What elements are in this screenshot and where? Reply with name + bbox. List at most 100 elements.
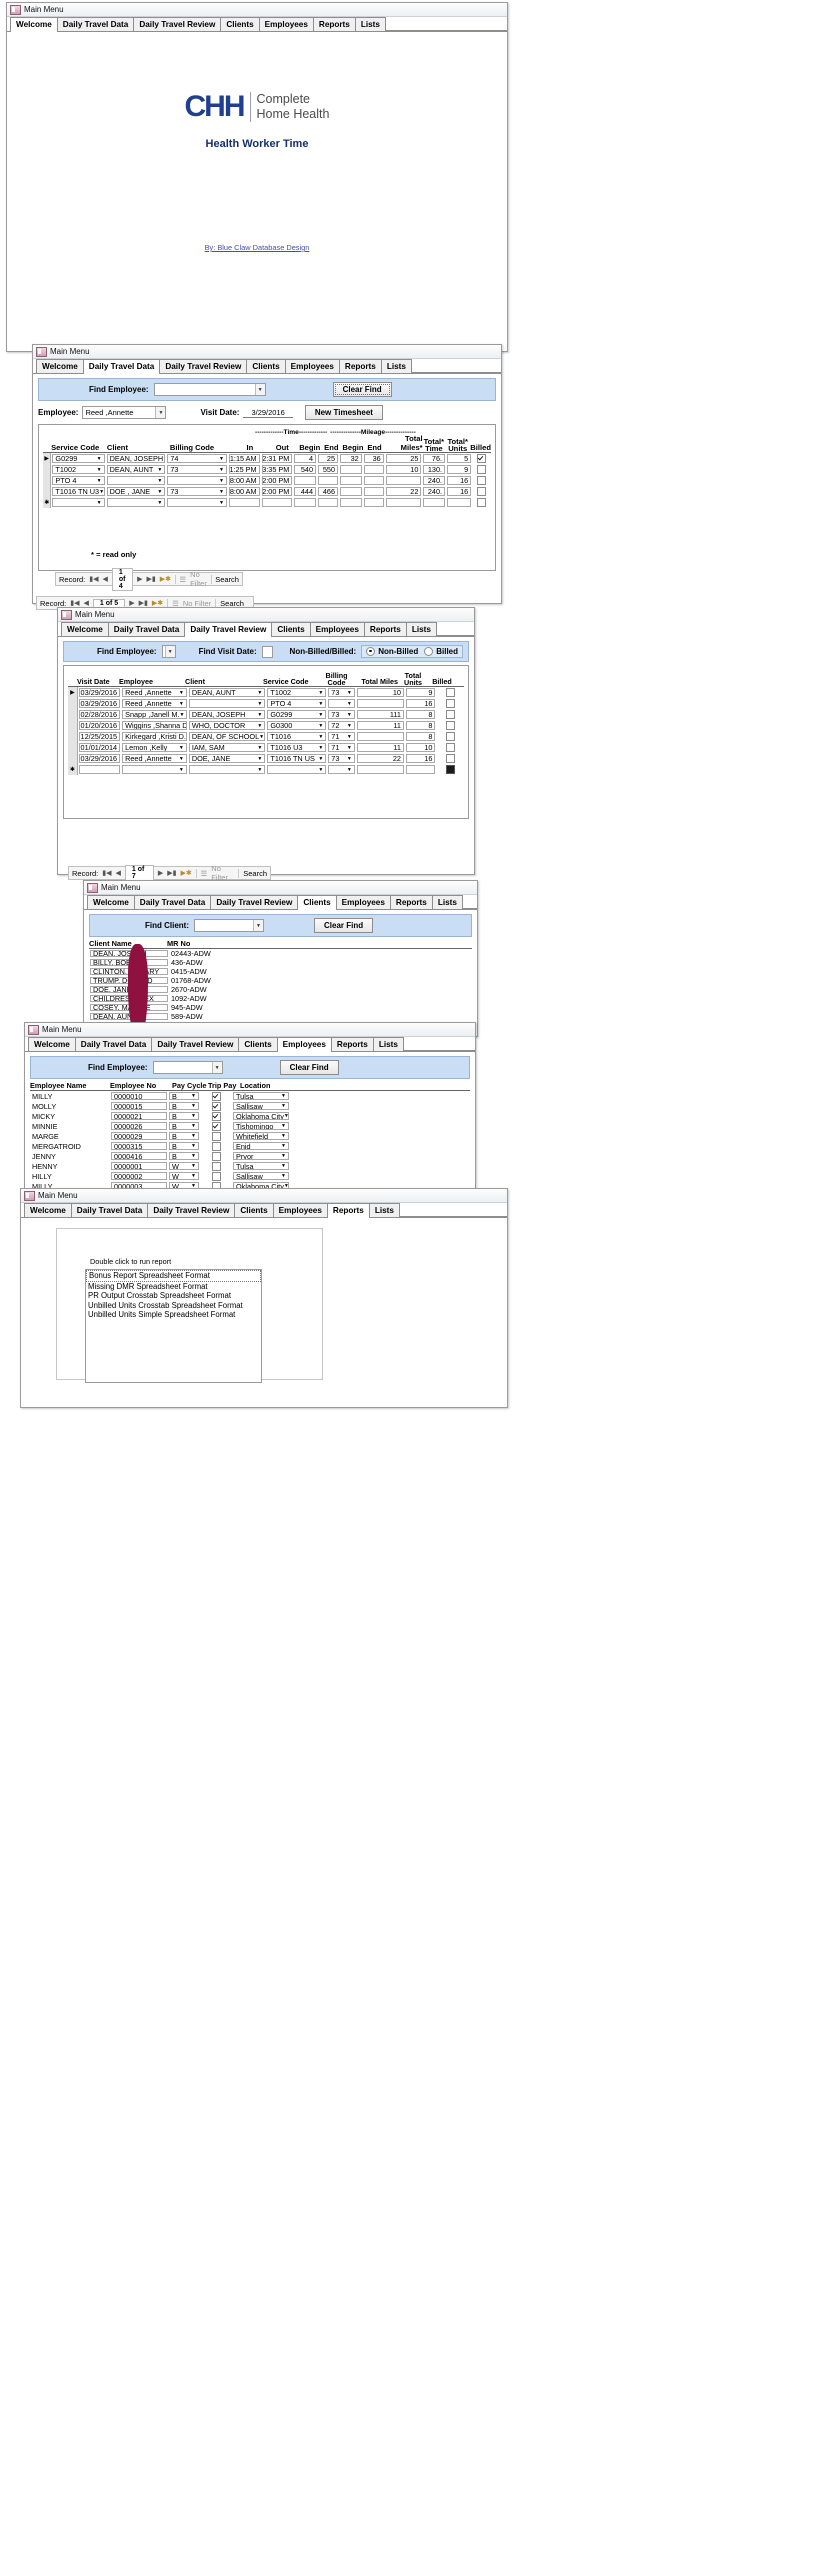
cell-client[interactable]: DOE , JANE ▼ bbox=[106, 487, 166, 496]
cell-mileage-end[interactable] bbox=[363, 487, 384, 496]
cell-client[interactable]: ▼ bbox=[188, 765, 266, 774]
filter-status[interactable]: No Filter bbox=[190, 570, 207, 588]
cell-time-begin[interactable] bbox=[294, 476, 317, 485]
table-row[interactable]: HILLY 0000002 W ▼ Sallisaw ▼ bbox=[30, 1171, 470, 1181]
find-visit-date-input[interactable] bbox=[261, 645, 273, 658]
cell-time-in[interactable]: 8:00 AM bbox=[228, 487, 260, 496]
tab-lists[interactable]: Lists bbox=[380, 359, 412, 373]
tab-welcome[interactable]: Welcome bbox=[28, 1037, 76, 1051]
cell-billed[interactable] bbox=[436, 764, 464, 775]
clear-find-button[interactable]: Clear Find bbox=[314, 918, 374, 933]
cell-trip-pay[interactable] bbox=[200, 1101, 232, 1111]
cell-total-miles[interactable]: 111 bbox=[356, 710, 404, 719]
cell-mr-no[interactable]: 589-ADW bbox=[169, 1012, 239, 1021]
cell-service-code[interactable]: T1002 ▼ bbox=[52, 465, 105, 474]
cell-mileage-begin[interactable] bbox=[340, 476, 362, 485]
row-selector[interactable]: ▶ bbox=[43, 453, 52, 464]
prev-record-button[interactable]: ◀ bbox=[116, 869, 121, 877]
cell-employee[interactable]: ▼ bbox=[122, 765, 187, 774]
tab-reports[interactable]: Reports bbox=[338, 359, 382, 373]
new-record-button[interactable]: ▶✱ bbox=[180, 869, 191, 877]
table-row[interactable]: 03/29/2016 Reed ,Annette ▼ ▼ PTO 4 ▼ ▼ 16 bbox=[68, 698, 464, 709]
last-record-button[interactable]: ▶▮ bbox=[139, 599, 148, 607]
cell-employee[interactable]: Lemon ,Kelly ▼ bbox=[122, 743, 187, 752]
cell-trip-pay[interactable] bbox=[200, 1131, 232, 1141]
cell-employee-name[interactable]: HILLY bbox=[30, 1171, 110, 1181]
cell-pay-cycle[interactable]: B ▼ bbox=[169, 1112, 199, 1120]
table-row[interactable]: MERGATROID 0000315 B ▼ Enid ▼ bbox=[30, 1141, 470, 1151]
first-record-button[interactable]: ▮◀ bbox=[70, 599, 79, 607]
tab-daily-travel-review[interactable]: Daily Travel Review bbox=[159, 359, 248, 373]
cell-location[interactable]: Tulsa ▼ bbox=[233, 1092, 289, 1100]
billed-checkbox[interactable] bbox=[477, 476, 487, 485]
cell-service-code[interactable]: ▼ bbox=[52, 498, 105, 507]
list-item[interactable]: Unbilled Units Simple Spreadsheet Format bbox=[86, 1310, 261, 1320]
visit-date-value[interactable]: 3/29/2016 bbox=[243, 408, 293, 418]
cell-billed[interactable] bbox=[472, 486, 491, 497]
billed-checkbox[interactable] bbox=[477, 454, 487, 463]
cell-mr-no[interactable]: 02443-ADW bbox=[169, 949, 239, 958]
cell-total-miles[interactable]: 10 bbox=[356, 688, 404, 697]
cell-total-units[interactable]: 8 bbox=[405, 732, 436, 741]
new-record-button[interactable]: ▶✱ bbox=[160, 575, 171, 583]
cell-mileage-end[interactable] bbox=[363, 476, 384, 485]
next-record-button[interactable]: ▶ bbox=[129, 599, 134, 607]
table-row[interactable]: MICKY 0000021 B ▼ Oklahoma City ▼ bbox=[30, 1111, 470, 1121]
cell-time-begin[interactable]: 4 bbox=[294, 454, 317, 463]
billed-checkbox[interactable] bbox=[445, 732, 455, 741]
cell-client[interactable]: DEAN, OF SCHOOL ▼ bbox=[188, 732, 266, 741]
cell-total-miles[interactable] bbox=[356, 732, 404, 741]
trip-pay-checkbox[interactable] bbox=[211, 1151, 221, 1161]
table-row[interactable]: PTO 4 ▼ ▼ ▼ 8:00 AM 12:00 PM 240. 16 bbox=[43, 475, 491, 486]
cell-employee[interactable]: Reed ,Annette ▼ bbox=[122, 754, 187, 763]
cell-location[interactable]: Tulsa ▼ bbox=[233, 1162, 289, 1170]
cell-billing-code[interactable]: ▼ bbox=[167, 498, 227, 507]
find-client-input[interactable]: ▼ bbox=[194, 919, 264, 932]
cell-employee-no[interactable]: 0000029 bbox=[111, 1132, 167, 1140]
cell-client[interactable]: DEAN, JOSEPH ▼ bbox=[188, 710, 266, 719]
tab-employees[interactable]: Employees bbox=[258, 17, 314, 31]
tab-daily-travel-review[interactable]: Daily Travel Review bbox=[147, 1203, 236, 1217]
cell-mr-no[interactable]: 945-ADW bbox=[169, 1003, 239, 1012]
cell-service-code[interactable]: T1016 ▼ bbox=[267, 732, 327, 741]
cell-billed[interactable] bbox=[436, 753, 464, 764]
tab-daily-travel-data[interactable]: Daily Travel Data bbox=[82, 359, 161, 374]
table-row[interactable]: HENNY 0000001 W ▼ Tulsa ▼ bbox=[30, 1161, 470, 1171]
cell-pay-cycle[interactable]: B ▼ bbox=[169, 1142, 199, 1150]
cell-billed[interactable] bbox=[436, 698, 464, 709]
cell-total-units[interactable]: 16 bbox=[405, 699, 436, 708]
tab-daily-travel-data[interactable]: Daily Travel Data bbox=[70, 1203, 149, 1217]
cell-billed[interactable] bbox=[436, 720, 464, 731]
cell-billing-code[interactable]: 74 ▼ bbox=[167, 454, 227, 463]
tab-lists[interactable]: Lists bbox=[368, 1203, 400, 1217]
cell-employee-name[interactable]: MERGATROID bbox=[30, 1141, 110, 1151]
cell-time-in[interactable]: 8:00 AM bbox=[228, 476, 260, 485]
first-record-button[interactable]: ▮◀ bbox=[89, 575, 98, 583]
cell-billed[interactable] bbox=[436, 731, 464, 742]
table-row[interactable]: DEAN, JOSEPH 02443-ADW bbox=[89, 949, 472, 958]
radio-non-billed-label[interactable]: Non-Billed bbox=[378, 647, 418, 656]
table-row[interactable]: ▶ G0299▼ DEAN, JOSEPH▼ 74▼ 11:15 AM 12:3… bbox=[43, 453, 491, 464]
billed-checkbox[interactable] bbox=[445, 688, 455, 697]
cell-service-code[interactable]: T1016 U3 ▼ bbox=[267, 743, 327, 752]
tab-reports[interactable]: Reports bbox=[312, 17, 356, 31]
list-item[interactable]: Bonus Report Spreadsheet Format bbox=[86, 1270, 261, 1282]
cell-employee-name[interactable]: JENNY bbox=[30, 1151, 110, 1161]
cell-time-out[interactable]: 12:31 PM bbox=[261, 454, 293, 463]
cell-mileage-begin[interactable] bbox=[340, 498, 362, 507]
row-selector[interactable] bbox=[68, 698, 78, 709]
cell-billing-code[interactable]: 73 ▼ bbox=[328, 754, 355, 763]
cell-time-end[interactable]: 25 bbox=[318, 454, 339, 463]
cell-location[interactable]: Sallisaw ▼ bbox=[233, 1102, 289, 1110]
cell-visit-date[interactable]: 01/20/2016 bbox=[78, 721, 121, 730]
cell-time-in[interactable]: 11:15 AM bbox=[228, 454, 260, 463]
employee-combo[interactable]: Reed ,Annette ▼ bbox=[82, 406, 167, 419]
cell-total-miles[interactable]: 11 bbox=[356, 743, 404, 752]
tab-employees[interactable]: Employees bbox=[284, 359, 340, 373]
cell-location[interactable]: Pryor ▼ bbox=[233, 1152, 289, 1160]
cell-client[interactable]: DEAN, AUNT ▼ bbox=[106, 465, 166, 474]
billed-checkbox[interactable] bbox=[445, 743, 455, 752]
cell-billing-code[interactable]: ▼ bbox=[328, 699, 355, 708]
cell-total-miles[interactable]: 10 bbox=[385, 465, 422, 474]
row-selector[interactable] bbox=[43, 475, 52, 486]
